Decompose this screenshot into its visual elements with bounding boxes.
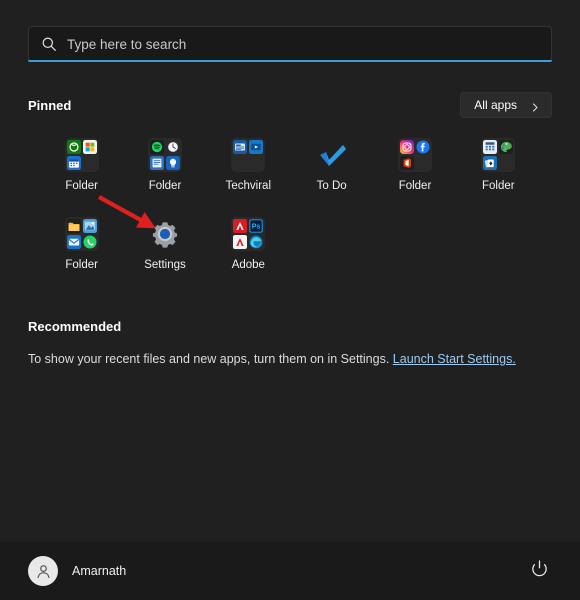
chevron-right-icon [531,101,540,112]
recommended-empty-message: To show your recent files and new apps, … [28,352,390,367]
spotify-icon [149,140,164,154]
pinned-tile-label: Settings [144,258,186,271]
start-menu: Pinned All apps [0,0,580,600]
pinned-tile-label: To Do [316,180,347,192]
empty-slot [233,156,247,170]
pinned-tile-label: Folder [482,180,515,192]
user-name-label: Amarnath [72,564,127,578]
power-button[interactable] [526,558,552,584]
pinned-tile-label: Folder [65,258,98,271]
folder-icon-group-5 [64,216,99,251]
folder-icon-group-3 [397,138,432,172]
pinned-tile-settings[interactable]: Settings [123,211,206,276]
folder-icon-group-4 [481,138,516,172]
empty-slot [499,156,513,170]
start-menu-footer: Amarnath [0,542,580,600]
adobe-acrobat-icon [233,218,248,233]
svg-text:Ps: Ps [252,223,261,230]
pinned-tile-folder-2[interactable]: Folder [123,132,206,197]
tips-lightbulb-icon [165,156,180,170]
calendar-icon [66,156,81,170]
facebook-icon [416,140,430,154]
photoshop-icon: Ps [249,218,264,233]
power-icon [530,559,549,583]
empty-slot [416,156,430,170]
file-explorer-icon [66,218,81,233]
search-icon [41,36,57,52]
photos-icon [82,218,97,233]
all-apps-label: All apps [474,98,517,112]
pinned-tile-folder-5[interactable]: Folder [40,211,123,276]
pinned-tile-folder-3[interactable]: Folder [373,132,456,197]
sticky-notes-icon [149,156,164,170]
solitaire-icon [483,156,498,170]
media-player-icon [249,140,264,154]
pinned-title: Pinned [28,97,72,113]
paint-icon [499,140,514,154]
pinned-tile-folder-1[interactable]: Folder [40,132,123,197]
search-box[interactable] [28,26,552,62]
search-area [0,0,580,62]
search-input[interactable] [67,36,539,52]
pinned-tile-label: Folder [148,180,182,192]
user-avatar-icon [28,556,58,586]
pinned-header: Pinned All apps [0,92,580,118]
pinned-tile-label: Folder [398,180,432,192]
news-app-icon [233,140,248,154]
folder-icon-group-techviral [231,138,266,172]
empty-slot [249,156,263,170]
pinned-tile-techviral[interactable]: Techviral [207,132,290,197]
empty-slot [83,156,97,170]
pinned-tile-adobe[interactable]: Ps Adobe [207,211,290,276]
edge-icon [249,235,263,249]
microsoft-store-icon [82,140,97,154]
instagram-icon [399,140,414,154]
mail-icon [66,234,81,249]
pinned-app-grid: Folder Folder Techviral To Do Folder Fol… [0,118,580,275]
pinned-tile-label: Folder [65,180,98,192]
folder-icon-group-adobe: Ps [231,216,266,251]
launch-start-settings-link[interactable]: Launch Start Settings. [393,352,516,366]
whatsapp-icon [83,235,97,249]
all-apps-button[interactable]: All apps [460,92,552,118]
recommended-title: Recommended [28,319,122,335]
clock-icon [165,140,180,154]
pinned-tile-folder-4[interactable]: Folder [457,132,540,197]
to-do-checkmark-icon [315,138,349,172]
annotation-arrow [97,195,156,229]
adobe-reader-icon [233,234,248,249]
pinned-tile-label: Adobe [231,258,265,271]
user-account-button[interactable]: Amarnath [28,556,126,586]
xbox-icon [66,140,81,154]
recommended-empty-text: To show your recent files and new apps, … [28,352,552,366]
recommended-section: Recommended To show your recent files an… [0,319,580,366]
folder-icon-group-1 [64,138,99,172]
calculator-icon [483,140,498,154]
pinned-tile-to-do[interactable]: To Do [290,132,373,197]
pinned-tile-label: Techviral [225,180,272,192]
settings-gear-icon [148,217,182,251]
folder-icon-group-2 [147,138,182,172]
office-icon [399,156,414,170]
